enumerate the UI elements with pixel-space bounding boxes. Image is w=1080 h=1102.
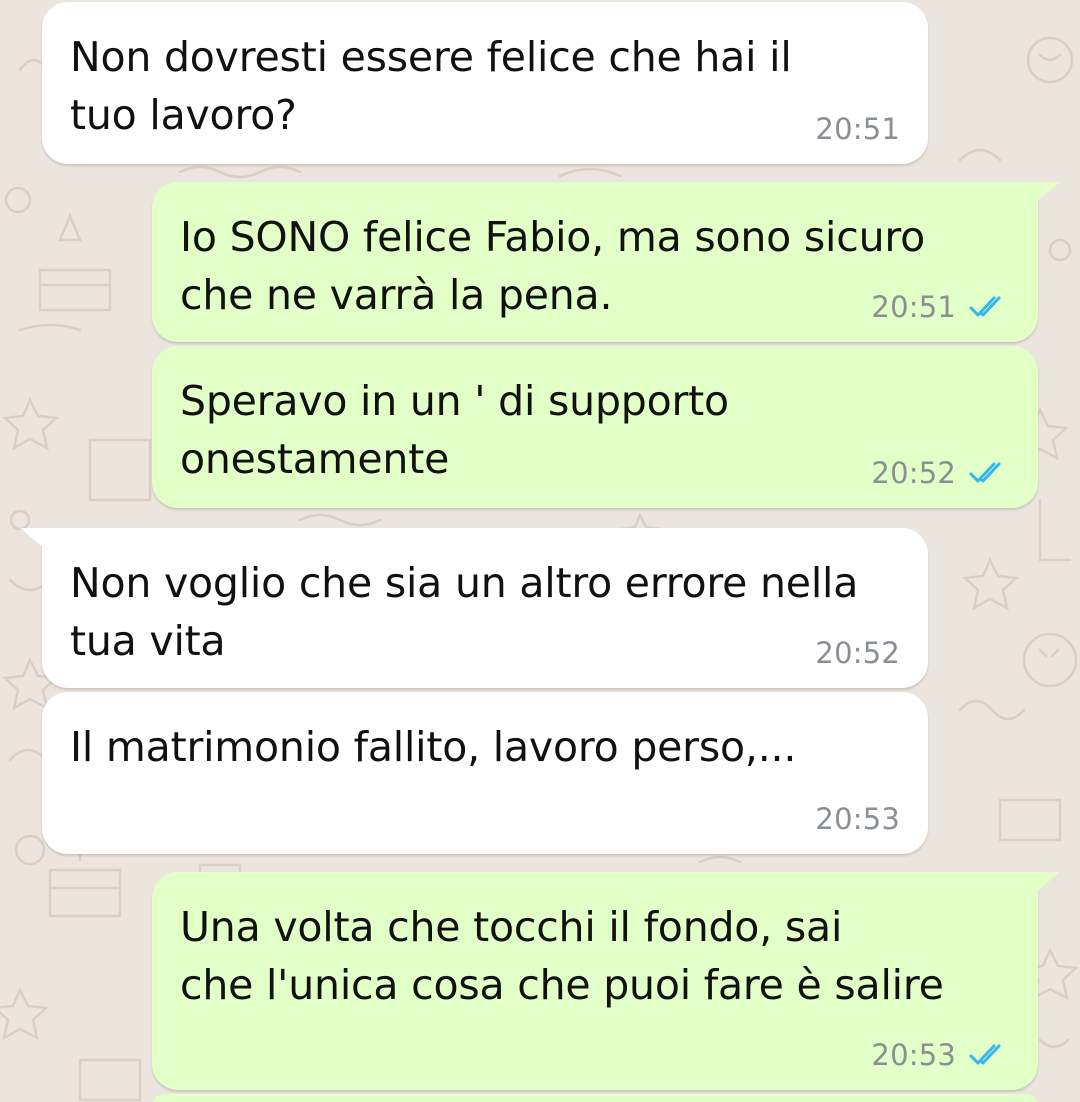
outgoing-message-bubble[interactable]: Io SONO felice Fabio, ma sono sicuro che…: [152, 182, 1060, 342]
incoming-message-bubble[interactable]: Non dovresti essere felice che hai il tu…: [42, 2, 928, 164]
outgoing-message-bubble[interactable]: Una volta che tocchi il fondo, sai che l…: [152, 872, 1060, 1090]
read-double-check-icon: [969, 1044, 1001, 1065]
bubble-tail: [1034, 182, 1060, 204]
message-timestamp: 20:52: [815, 636, 900, 670]
message-text: Il matrimonio fallito, lavoro perso,...: [70, 723, 797, 771]
message-meta: 20:51: [871, 290, 1010, 324]
message-meta: 20:53: [871, 1038, 1010, 1072]
next-outgoing-message-bubble-partial[interactable]: [152, 1094, 1038, 1102]
read-double-check-icon: [969, 296, 1001, 317]
message-timestamp: 20:53: [871, 1038, 956, 1072]
incoming-message-bubble[interactable]: Il matrimonio fallito, lavoro perso,... …: [42, 692, 928, 854]
message-text: Non dovresti essere felice che hai il tu…: [70, 33, 792, 139]
outgoing-message-bubble[interactable]: Speravo in un ' di supporto onestamente …: [152, 346, 1038, 508]
chat-message-list[interactable]: Non dovresti essere felice che hai il tu…: [0, 0, 1080, 1102]
message-text: Io SONO felice Fabio, ma sono sicuro che…: [180, 213, 925, 319]
bubble-tail: [1034, 872, 1060, 894]
bubble-tail: [20, 528, 46, 550]
message-text: Una volta che tocchi il fondo, sai che l…: [180, 903, 944, 1009]
message-timestamp: 20:51: [871, 290, 956, 324]
message-meta: 20:52: [815, 636, 900, 670]
message-meta: 20:53: [815, 802, 900, 836]
message-timestamp: 20:53: [815, 802, 900, 836]
message-meta: 20:52: [871, 456, 1010, 490]
message-timestamp: 20:52: [871, 456, 956, 490]
message-timestamp: 20:51: [815, 112, 900, 146]
incoming-message-bubble[interactable]: Non voglio che sia un altro errore nella…: [20, 528, 928, 688]
message-text: Non voglio che sia un altro errore nella…: [70, 559, 859, 665]
message-text: Speravo in un ' di supporto onestamente: [180, 377, 729, 483]
message-meta: 20:51: [815, 112, 900, 146]
read-double-check-icon: [969, 462, 1001, 483]
